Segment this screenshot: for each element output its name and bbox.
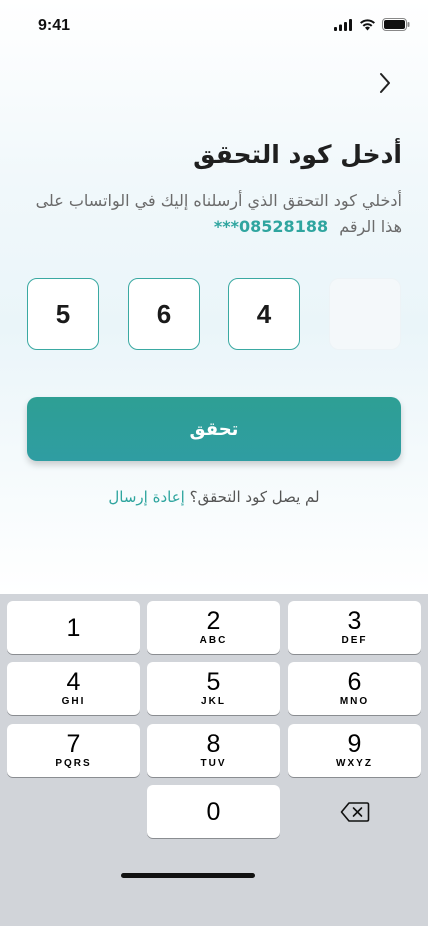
key-digit: 9: [347, 730, 362, 758]
key-letters: ABC: [199, 635, 228, 646]
resend-link[interactable]: إعادة إرسال: [108, 488, 184, 506]
otp-digit-4[interactable]: [329, 278, 401, 350]
key-1[interactable]: 1: [7, 601, 140, 654]
key-letters: PQRS: [55, 758, 92, 769]
key-5[interactable]: 5 JKL: [147, 662, 280, 715]
battery-icon: [382, 18, 410, 31]
key-digit: 6: [347, 668, 362, 696]
key-9[interactable]: 9 WXYZ: [288, 724, 421, 777]
status-icons: [334, 18, 410, 31]
key-letters: JKL: [201, 696, 226, 707]
delete-key[interactable]: [288, 785, 421, 838]
key-digit: 4: [66, 668, 81, 696]
key-digit: 7: [66, 730, 81, 758]
otp-digit-3[interactable]: 5: [27, 278, 99, 350]
key-6[interactable]: 6 MNO: [288, 662, 421, 715]
key-letters: DEF: [341, 635, 368, 646]
otp-input-row: 4 6 5: [27, 278, 402, 352]
key-blank: [7, 785, 140, 838]
key-digit: 1: [66, 613, 81, 642]
key-0[interactable]: 0: [147, 785, 280, 838]
key-digit: 2: [206, 607, 221, 635]
key-letters: GHI: [61, 696, 86, 707]
key-letters: TUV: [200, 758, 227, 769]
status-time: 9:41: [38, 17, 71, 34]
key-3[interactable]: 3 DEF: [288, 601, 421, 654]
key-digit: 3: [347, 607, 362, 635]
status-bar: 9:41: [0, 0, 428, 54]
key-digit: 8: [206, 730, 221, 758]
back-button[interactable]: [370, 68, 400, 98]
backspace-icon: [340, 801, 369, 822]
numeric-keyboard: 1 2 ABC 3 DEF 4 GHI 5 JKL 6 MNO 7 PQRS 8…: [0, 594, 428, 926]
key-2[interactable]: 2 ABC: [147, 601, 280, 654]
key-letters: WXYZ: [336, 758, 373, 769]
key-4[interactable]: 4 GHI: [7, 662, 140, 715]
otp-digit-1[interactable]: 4: [228, 278, 300, 350]
otp-digit-2[interactable]: 6: [128, 278, 200, 350]
wifi-icon: [360, 18, 375, 30]
key-digit: 5: [206, 668, 221, 696]
key-letters: MNO: [339, 696, 370, 707]
resend-prompt: لم يصل كود التحقق؟: [189, 488, 320, 506]
home-indicator: [121, 873, 255, 878]
chevron-right-icon: [380, 73, 390, 93]
signal-icon: [334, 18, 352, 31]
page-title: أدخل كود التحقق: [193, 140, 402, 169]
key-7[interactable]: 7 PQRS: [7, 724, 140, 777]
verify-button[interactable]: تحقق: [27, 397, 401, 461]
page-subtitle: أدخلي كود التحقق الذي أرسلناه إليك في ال…: [22, 188, 402, 240]
resend-line: لم يصل كود التحقق؟ إعادة إرسال: [0, 488, 428, 506]
key-8[interactable]: 8 TUV: [147, 724, 280, 777]
phone-number: ***08528188: [213, 217, 329, 236]
key-digit: 0: [206, 797, 221, 826]
